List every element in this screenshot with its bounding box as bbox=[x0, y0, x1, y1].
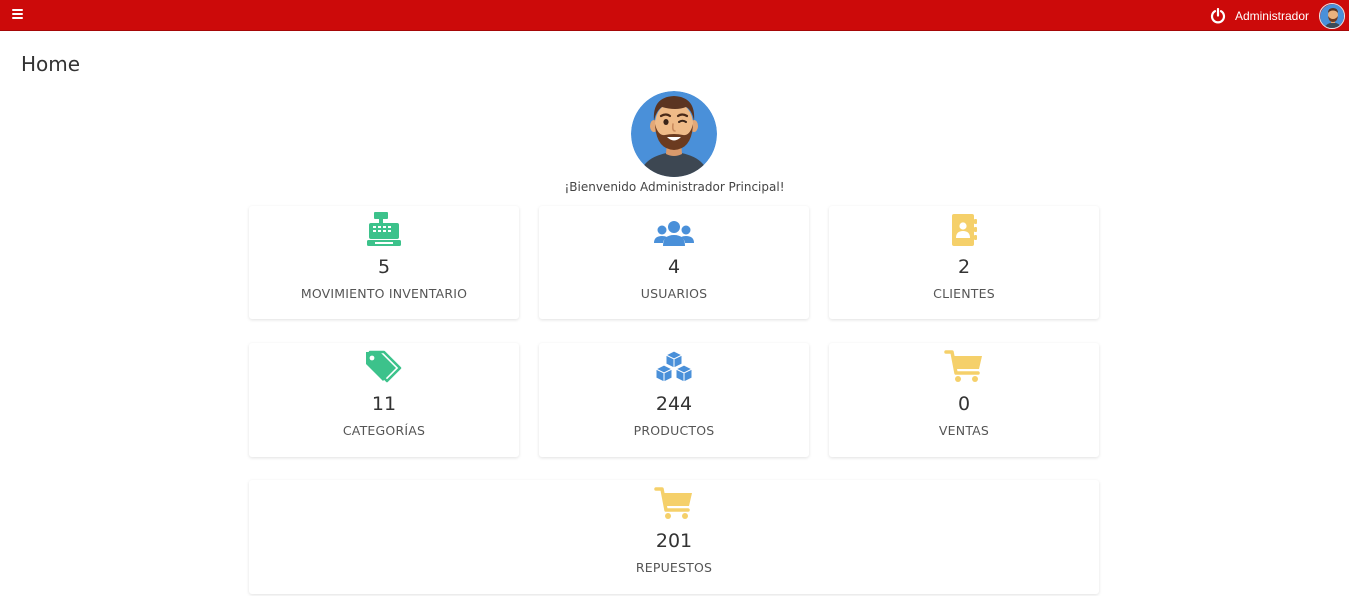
card-label: USUARIOS bbox=[640, 286, 708, 301]
top-navbar: Administrador bbox=[0, 0, 1349, 31]
welcome-message: ¡Bienvenido Administrador Principal! bbox=[564, 180, 785, 194]
card-ventas[interactable]: 0 VENTAS bbox=[829, 343, 1099, 457]
cart-icon bbox=[654, 487, 692, 519]
card-label: PRODUCTOS bbox=[633, 423, 715, 438]
cubes-icon bbox=[655, 350, 693, 383]
card-label: VENTAS bbox=[938, 423, 990, 438]
power-icon[interactable] bbox=[1210, 8, 1226, 24]
card-productos[interactable]: 244 PRODUCTOS bbox=[539, 343, 809, 457]
users-icon bbox=[654, 221, 694, 246]
card-usuarios[interactable]: 4 USUARIOS bbox=[539, 206, 809, 319]
user-name-link[interactable]: Administrador bbox=[1235, 9, 1309, 23]
card-label: CATEGORÍAS bbox=[342, 423, 426, 438]
card-movimiento-inventario[interactable]: 5 MOVIMIENTO INVENTARIO bbox=[249, 206, 519, 319]
page-title: Home bbox=[21, 52, 81, 76]
hamburger-menu-icon[interactable] bbox=[12, 9, 23, 20]
card-value: 11 bbox=[371, 393, 397, 415]
card-value: 0 bbox=[957, 393, 971, 415]
card-value: 5 bbox=[377, 256, 391, 278]
profile-avatar bbox=[631, 91, 717, 177]
user-avatar[interactable] bbox=[1319, 3, 1345, 29]
card-label: MOVIMIENTO INVENTARIO bbox=[300, 286, 468, 301]
card-clientes[interactable]: 2 CLIENTES bbox=[829, 206, 1099, 319]
card-value: 2 bbox=[957, 256, 971, 278]
card-categorias[interactable]: 11 CATEGORÍAS bbox=[249, 343, 519, 457]
card-value: 201 bbox=[655, 530, 693, 552]
card-label: CLIENTES bbox=[933, 286, 995, 301]
card-value: 244 bbox=[655, 393, 693, 415]
tags-icon bbox=[366, 350, 402, 383]
cash-register-icon bbox=[367, 212, 401, 246]
user-area: Administrador bbox=[1210, 3, 1345, 29]
card-label: REPUESTOS bbox=[635, 560, 713, 575]
card-repuestos[interactable]: 201 REPUESTOS bbox=[249, 480, 1099, 594]
cart-icon bbox=[944, 350, 982, 382]
address-book-icon bbox=[952, 214, 977, 246]
card-value: 4 bbox=[667, 256, 681, 278]
